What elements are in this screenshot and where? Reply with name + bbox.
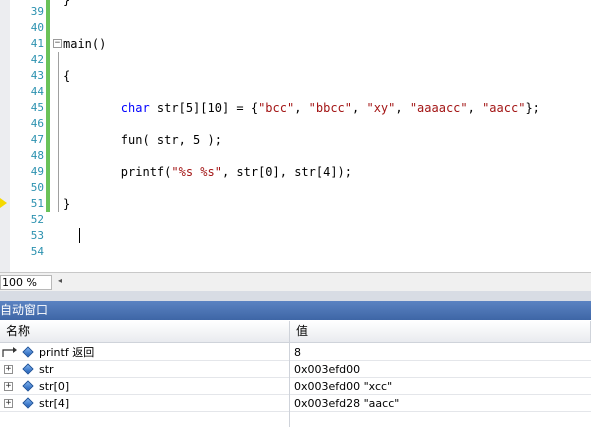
line-number: 54 — [30, 245, 44, 258]
code-text[interactable]: } — [63, 196, 70, 212]
autos-row[interactable]: + str[4] 0x003efd28 "aacc" — [0, 395, 591, 412]
line-number: 43 — [30, 69, 44, 82]
pane-splitter[interactable] — [0, 291, 591, 301]
line-number: 51 — [30, 197, 44, 210]
expand-icon[interactable]: + — [4, 365, 13, 374]
variable-name: str[0] — [39, 380, 70, 393]
change-bar — [46, 100, 50, 116]
column-header-value[interactable]: 值 — [290, 321, 591, 343]
line-number: 42 — [30, 53, 44, 66]
line-number: 49 — [30, 165, 44, 178]
expand-icon[interactable]: + — [4, 382, 13, 391]
change-bar — [46, 164, 50, 180]
code-line: 50 — [0, 180, 591, 196]
line-number: 41 — [30, 37, 44, 50]
code-line: 40 — [0, 20, 591, 36]
change-bar — [46, 196, 50, 212]
line-number: 53 — [30, 229, 44, 242]
fold-guide-line — [58, 52, 59, 212]
change-bar — [46, 180, 50, 196]
line-number: 48 — [30, 149, 44, 162]
line-number: 50 — [30, 181, 44, 194]
code-line: 54 — [0, 244, 591, 260]
code-text[interactable]: fun( str, 5 ); — [63, 132, 222, 148]
line-number: 47 — [30, 133, 44, 146]
code-text[interactable]: char str[5][10] = {"bcc", "bbcc", "xy", … — [63, 100, 540, 116]
autos-row[interactable]: printf 返回 8 — [0, 344, 591, 361]
autos-window: 自动窗口 名称 值 printf 返回 8 + str 0x003efd00 + str[0… — [0, 301, 591, 427]
change-bar — [46, 68, 50, 84]
code-editor[interactable]: } 39 40 41− main() 42 43{44 45 char str[5][10]… — [0, 0, 591, 272]
autos-window-title[interactable]: 自动窗口 — [0, 301, 591, 320]
line-number: 40 — [30, 21, 44, 34]
variable-icon — [22, 380, 34, 392]
variable-value[interactable]: 8 — [294, 344, 301, 361]
column-header-name[interactable]: 名称 — [0, 321, 290, 343]
text-caret — [79, 228, 80, 243]
variable-value[interactable]: 0x003efd00 — [294, 361, 360, 378]
code-line: 45 char str[5][10] = {"bcc", "bbcc", "xy… — [0, 100, 591, 116]
variable-name: str[4] — [39, 397, 70, 410]
variable-value[interactable]: 0x003efd00 "xcc" — [294, 378, 392, 395]
code-line: 41− main() — [0, 36, 591, 52]
autos-row[interactable]: + str 0x003efd00 — [0, 361, 591, 378]
change-bar — [46, 4, 50, 20]
change-bar — [46, 52, 50, 68]
autos-row[interactable]: + str[0] 0x003efd00 "xcc" — [0, 378, 591, 395]
variable-name: str — [39, 363, 54, 376]
line-number: 46 — [30, 117, 44, 130]
zoom-level-combobox[interactable]: 100 % — [0, 275, 52, 290]
variable-icon — [22, 363, 34, 375]
code-line: 51} — [0, 196, 591, 212]
column-divider[interactable] — [289, 321, 290, 427]
change-bar — [46, 148, 50, 164]
change-bar — [46, 132, 50, 148]
editor-status-bar: 100 % ◂ — [0, 272, 591, 291]
code-line: 48 — [0, 148, 591, 164]
change-bar — [46, 116, 50, 132]
code-line: 46 — [0, 116, 591, 132]
code-line: 52 — [0, 212, 591, 228]
code-line: 39 — [0, 4, 591, 20]
code-line: 49 printf("%s %s", str[0], str[4]); — [0, 164, 591, 180]
variable-icon — [22, 346, 34, 358]
change-bar — [46, 20, 50, 36]
code-line: 43 { — [0, 68, 591, 84]
line-number: 44 — [30, 85, 44, 98]
variable-name: printf 返回 — [39, 346, 95, 359]
code-text[interactable]: main() — [63, 36, 106, 52]
variable-icon — [22, 397, 34, 409]
code-text[interactable]: { — [63, 68, 70, 84]
code-text[interactable]: printf("%s %s", str[0], str[4]); — [63, 164, 352, 180]
line-number: 45 — [30, 101, 44, 114]
code-line: 53 — [0, 228, 591, 244]
line-number: 52 — [30, 213, 44, 226]
code-line: 47 fun( str, 5 ); — [0, 132, 591, 148]
current-statement-arrow-icon — [0, 198, 7, 208]
change-bar — [46, 84, 50, 100]
scroll-left-arrow-icon[interactable]: ◂ — [58, 276, 62, 285]
expand-icon[interactable]: + — [4, 399, 13, 408]
change-bar — [46, 36, 50, 52]
return-value-arrow-icon — [2, 347, 17, 357]
line-number: 39 — [30, 5, 44, 18]
code-line: 44 — [0, 84, 591, 100]
variable-value[interactable]: 0x003efd28 "aacc" — [294, 395, 399, 412]
collapse-icon[interactable]: − — [53, 39, 62, 48]
code-line: 42 — [0, 52, 591, 68]
